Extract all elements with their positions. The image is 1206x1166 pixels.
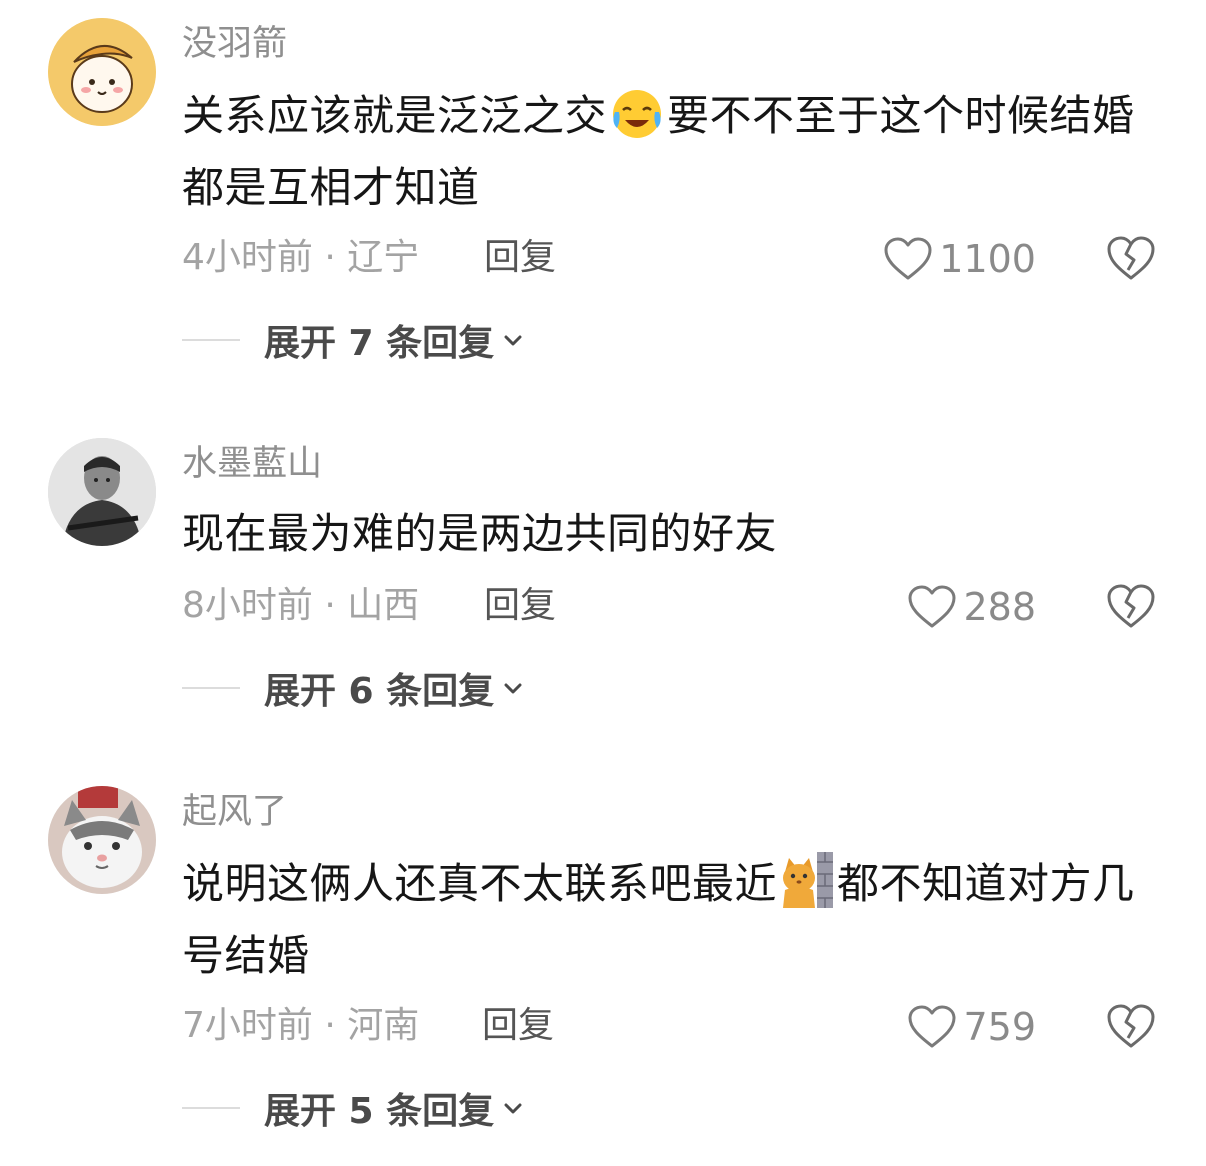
like-button[interactable]: 759: [907, 1002, 1036, 1052]
broken-heart-icon[interactable]: [1106, 234, 1156, 282]
divider-line: [182, 687, 240, 689]
cat-photo-avatar-icon: [48, 786, 156, 894]
chevron-down-icon: [504, 1103, 522, 1114]
expand-replies-label: 展开 5 条回复: [264, 1091, 495, 1132]
like-button[interactable]: 288: [907, 582, 1036, 632]
username[interactable]: 水墨藍山: [182, 442, 322, 486]
expand-replies-row: 展开 7 条回复: [182, 318, 526, 364]
expand-replies-label: 展开 7 条回复: [264, 323, 495, 364]
username[interactable]: 没羽箭: [182, 22, 287, 66]
like-count: 759: [963, 1005, 1036, 1049]
comment-time-location: 8小时前 · 山西: [182, 585, 420, 626]
reply-button[interactable]: 回复: [484, 236, 556, 280]
comment-text: 现在最为难的是两边共同的好友: [182, 498, 1142, 570]
divider-line: [182, 339, 240, 341]
comment-text: 关系应该就是泛泛之交 要不不至于这个时候结婚都是互相才知道: [182, 80, 1142, 224]
like-count: 1100: [939, 237, 1036, 281]
broken-heart-icon[interactable]: [1106, 582, 1156, 630]
divider-line: [182, 1107, 240, 1109]
chevron-down-icon: [504, 335, 522, 346]
comment-text-part: 现在最为难的是两边共同的好友: [182, 509, 778, 558]
heart-outline-icon: [884, 237, 932, 280]
like-count: 288: [963, 585, 1036, 629]
comment-text: 说明这俩人还真不太联系吧最近 都不知道对方几号结婚: [182, 848, 1142, 992]
comment-text-part: 说明这俩人还真不太联系吧最近: [182, 859, 778, 908]
expand-replies-button[interactable]: 展开 6 条回复: [264, 662, 526, 714]
reply-button[interactable]: 回复: [482, 1004, 554, 1048]
comment-text-part: 关系应该就是泛泛之交: [182, 91, 608, 140]
broken-heart-icon[interactable]: [1106, 1002, 1156, 1050]
comment-time-location: 4小时前 · 辽宁: [182, 237, 420, 278]
chevron-down-icon: [504, 683, 522, 694]
comment-time-location: 7小时前 · 河南: [182, 1005, 420, 1046]
expand-replies-label: 展开 6 条回复: [264, 671, 495, 712]
crying-laughing-emoji-icon: [613, 90, 662, 138]
expand-replies-button[interactable]: 展开 5 条回复: [264, 1082, 526, 1134]
user-avatar[interactable]: [48, 786, 156, 894]
user-avatar[interactable]: [48, 438, 156, 546]
expand-replies-row: 展开 5 条回复: [182, 1086, 526, 1132]
reply-button[interactable]: 回复: [484, 584, 556, 628]
warrior-portrait-avatar-icon: [48, 438, 156, 546]
expand-replies-button[interactable]: 展开 7 条回复: [264, 314, 526, 366]
heart-outline-icon: [908, 585, 956, 628]
heart-outline-icon: [908, 1005, 956, 1048]
like-button[interactable]: 1100: [883, 234, 1036, 284]
cartoon-avatar-icon: [48, 18, 156, 126]
cat-peeking-wall-emoji-icon: [783, 852, 834, 908]
username[interactable]: 起风了: [182, 790, 287, 834]
expand-replies-row: 展开 6 条回复: [182, 666, 526, 712]
user-avatar[interactable]: [48, 18, 156, 126]
